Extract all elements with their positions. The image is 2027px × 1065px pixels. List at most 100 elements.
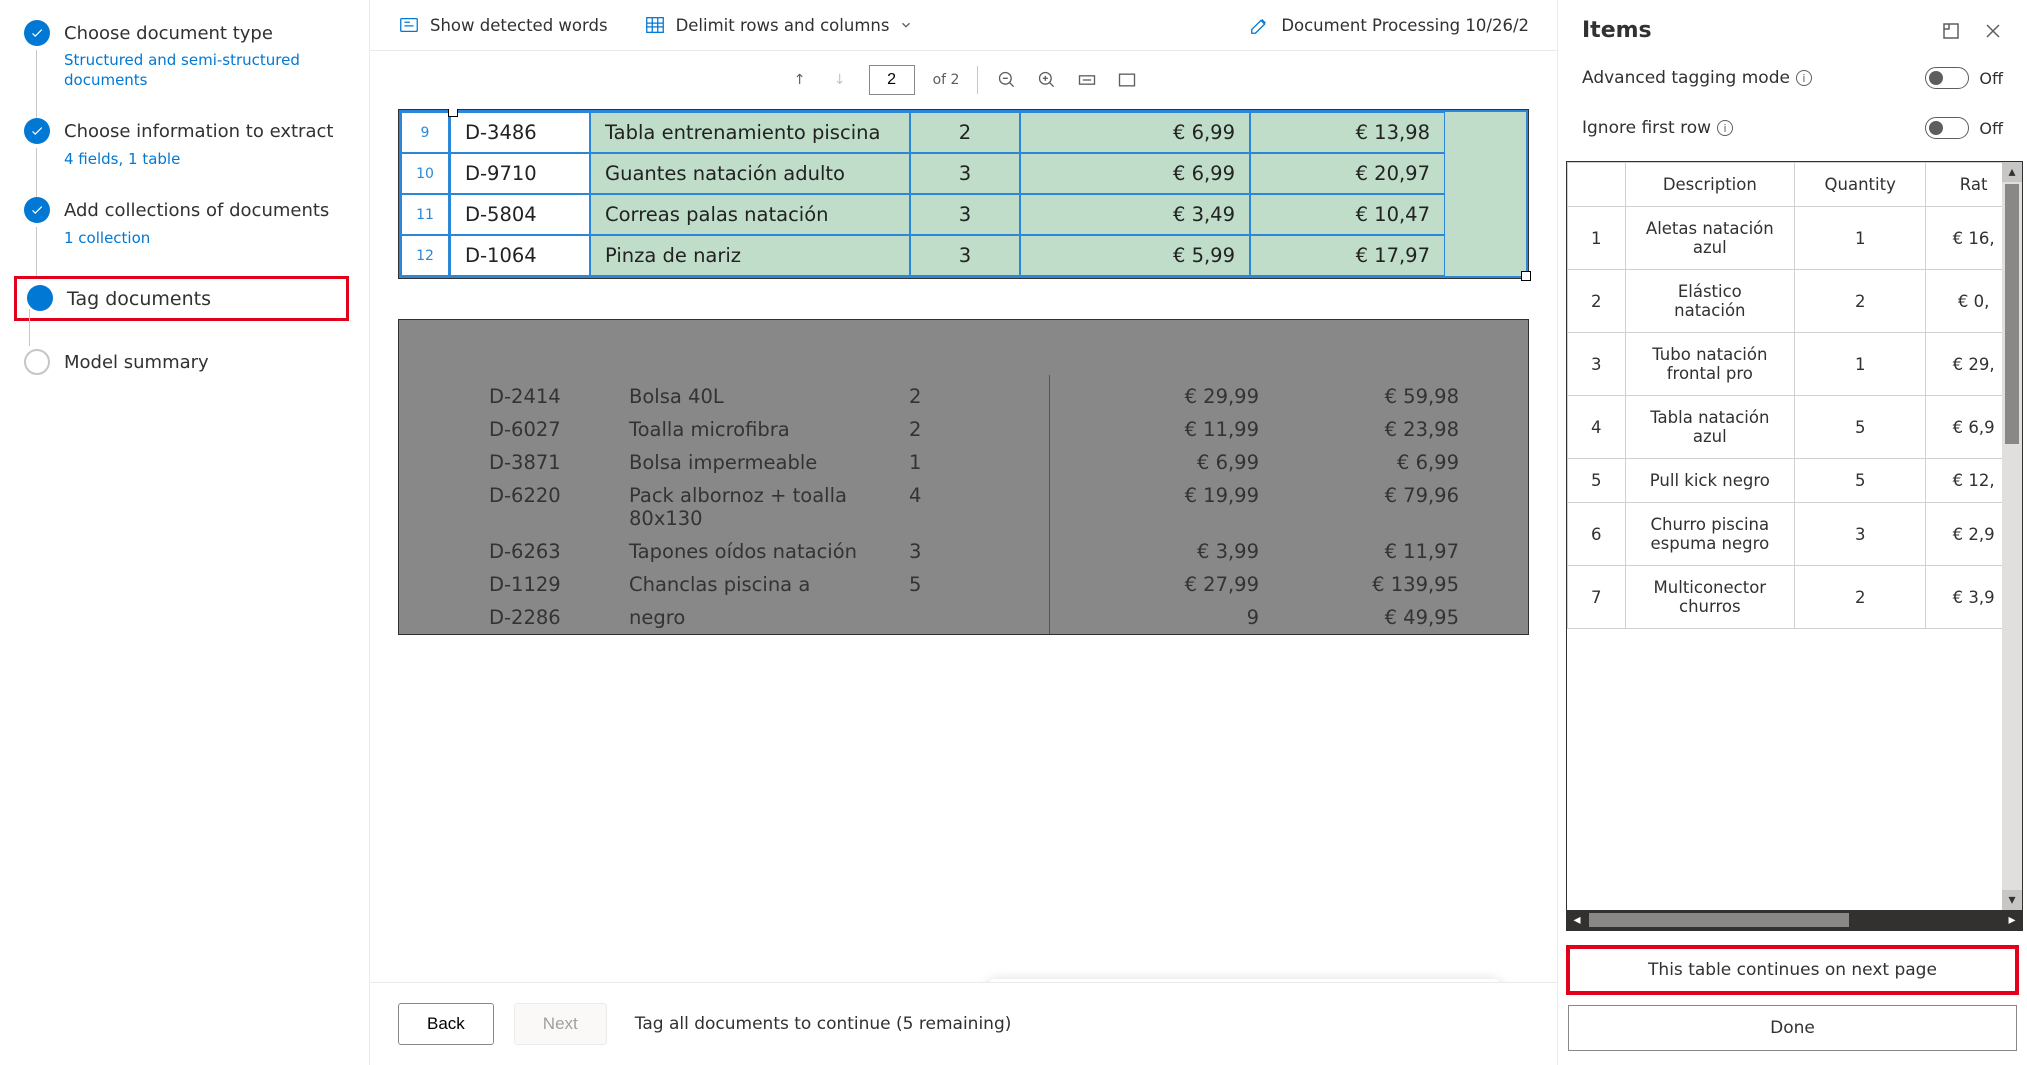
delimit-rows-columns-button[interactable]: Delimit rows and columns — [644, 14, 914, 36]
table-row[interactable]: D-1129 Chanclas piscina a 5 € 27,99 € 13… — [489, 568, 1438, 601]
ignore-first-row-toggle[interactable]: Off — [1925, 117, 2003, 139]
document-canvas[interactable]: 9D-3486Tabla entrenamiento piscina2€ 6,9… — [370, 109, 1557, 982]
code-cell[interactable]: D-5804 — [450, 194, 590, 235]
table-row[interactable]: D-6220 Pack albornoz + toalla 80x130 4 €… — [489, 479, 1438, 535]
document-name-button[interactable]: Document Processing 10/26/2 — [1249, 14, 1529, 36]
table-row[interactable]: D-3871 Bolsa impermeable 1 € 6,99 € 6,99 — [489, 446, 1438, 479]
table-row[interactable]: D-6027 Toalla microfibra 2 € 11,99 € 23,… — [489, 413, 1438, 446]
row-number-cell: 5 — [1568, 459, 1626, 503]
untagged-page-region[interactable]: D-2414 Bolsa 40L 2 € 29,99 € 59,98 D-602… — [398, 319, 1529, 635]
description-cell[interactable]: Pinza de nariz — [590, 235, 910, 276]
column-header-description[interactable]: Description — [1625, 163, 1795, 207]
wizard-sidebar: Choose document type Structured and semi… — [0, 0, 370, 1065]
resize-handle-icon[interactable] — [1521, 271, 1531, 281]
table-row[interactable]: 7 Multiconector churros 2 € 3,9 — [1568, 566, 2022, 629]
table-row[interactable]: 3 Tubo natación frontal pro 1 € 29, — [1568, 333, 2022, 396]
total-cell: € 79,96 — [1259, 484, 1459, 530]
scroll-thumb[interactable] — [1589, 913, 1849, 927]
fit-width-button[interactable] — [1076, 69, 1098, 91]
total-cell: € 139,95 — [1259, 573, 1459, 596]
price-cell[interactable]: € 3,49 — [1020, 194, 1250, 235]
quantity-cell: 1 — [909, 451, 1009, 474]
table-row[interactable]: 2 Elástico natación 2 € 0, — [1568, 270, 2022, 333]
table-continues-next-page-button[interactable]: This table continues on next page — [1568, 947, 2017, 993]
step-choose-document-type[interactable]: Choose document type Structured and semi… — [24, 20, 349, 90]
scroll-up-icon[interactable]: ▴ — [2002, 162, 2022, 182]
row-number-cell: 6 — [1568, 503, 1626, 566]
quantity-cell — [909, 606, 1009, 629]
price-cell[interactable]: € 5,99 — [1020, 235, 1250, 276]
toggle-label: Ignore first row — [1582, 118, 1711, 138]
label: Show detected words — [430, 16, 608, 35]
description-cell[interactable]: Guantes natación adulto — [590, 153, 910, 194]
close-icon[interactable] — [1983, 21, 2003, 41]
page-up-button[interactable]: ↑ — [789, 69, 811, 91]
scroll-right-icon[interactable]: ▸ — [2002, 910, 2022, 930]
table-row[interactable]: 6 Churro piscina espuma negro 3 € 2,9 — [1568, 503, 2022, 566]
tagged-table-region[interactable]: 9D-3486Tabla entrenamiento piscina2€ 6,9… — [398, 109, 1529, 279]
quantity-cell: 4 — [909, 484, 1009, 530]
footer-status-text: Tag all documents to continue (5 remaini… — [635, 1014, 1012, 1034]
advanced-tagging-toggle-row: Advanced tagging mode i Off — [1558, 53, 2027, 103]
pencil-icon — [1249, 14, 1271, 36]
page-down-button[interactable]: ↓ — [829, 69, 851, 91]
table-row[interactable]: D-2414 Bolsa 40L 2 € 29,99 € 59,98 — [489, 380, 1438, 413]
step-add-collections[interactable]: Add collections of documents 1 collectio… — [24, 197, 349, 248]
table-row[interactable]: 5 Pull kick negro 5 € 12, — [1568, 459, 2022, 503]
step-model-summary[interactable]: Model summary — [24, 349, 349, 375]
description-cell: Chanclas piscina a — [629, 573, 909, 596]
scroll-left-icon[interactable]: ◂ — [1567, 910, 1587, 930]
quantity-cell[interactable]: 2 — [910, 112, 1020, 153]
table-row[interactable]: D-2286 negro 9 € 49,95 — [489, 601, 1438, 634]
info-icon[interactable]: i — [1796, 70, 1812, 86]
info-icon[interactable]: i — [1717, 120, 1733, 136]
step-title: Tag documents — [67, 287, 211, 312]
vertical-scrollbar[interactable]: ▴ ▾ — [2002, 162, 2022, 910]
step-choose-information[interactable]: Choose information to extract 4 fields, … — [24, 118, 349, 169]
row-number-label: 9 — [401, 112, 449, 153]
price-cell[interactable]: € 6,99 — [1020, 112, 1250, 153]
table-row[interactable]: 4 Tabla natación azul 5 € 6,9 — [1568, 396, 2022, 459]
total-cell[interactable]: € 17,97 — [1250, 235, 1445, 276]
scroll-thumb[interactable] — [2005, 184, 2019, 444]
items-table[interactable]: Description Quantity Rat 1 Aletas nataci… — [1567, 162, 2022, 629]
quantity-cell[interactable]: 3 — [910, 235, 1020, 276]
advanced-tagging-toggle[interactable]: Off — [1925, 67, 2003, 89]
next-button: Next — [514, 1003, 607, 1045]
fullscreen-button[interactable] — [1116, 69, 1138, 91]
done-button[interactable]: Done — [1568, 1005, 2017, 1051]
zoom-out-button[interactable] — [996, 69, 1018, 91]
resize-handle-icon[interactable] — [448, 109, 458, 117]
code-cell: D-1129 — [489, 573, 629, 596]
total-cell[interactable]: € 13,98 — [1250, 112, 1445, 153]
step-tag-documents[interactable]: Tag documents — [14, 276, 349, 321]
table-row[interactable]: D-6263 Tapones oídos natación 3 € 3,99 €… — [489, 535, 1438, 568]
page-number-input[interactable] — [869, 65, 915, 95]
page-nav-toolbar: ↑ ↓ of 2 — [370, 51, 1557, 109]
code-cell[interactable]: D-3486 — [450, 112, 590, 153]
quantity-cell[interactable]: 3 — [910, 153, 1020, 194]
description-cell[interactable]: Tabla entrenamiento piscina — [590, 112, 910, 153]
code-cell[interactable]: D-9710 — [450, 153, 590, 194]
total-cell[interactable]: € 20,97 — [1250, 153, 1445, 194]
table-row[interactable]: 1 Aletas natación azul 1 € 16, — [1568, 207, 2022, 270]
column-header-quantity[interactable]: Quantity — [1795, 163, 1926, 207]
quantity-cell[interactable]: 3 — [910, 194, 1020, 235]
scroll-down-icon[interactable]: ▾ — [2002, 890, 2022, 910]
label: Document Processing 10/26/2 — [1281, 16, 1529, 35]
price-cell[interactable]: € 6,99 — [1020, 153, 1250, 194]
pending-dot-icon — [24, 349, 50, 375]
code-cell: D-6220 — [489, 484, 629, 530]
back-button[interactable]: Back — [398, 1003, 494, 1045]
show-detected-words-button[interactable]: Show detected words — [398, 14, 608, 36]
description-cell[interactable]: Correas palas natación — [590, 194, 910, 235]
code-cell: D-3871 — [489, 451, 629, 474]
zoom-in-button[interactable] — [1036, 69, 1058, 91]
total-cell[interactable]: € 10,47 — [1250, 194, 1445, 235]
horizontal-scrollbar[interactable]: ◂ ▸ — [1567, 910, 2022, 930]
code-cell[interactable]: D-1064 — [450, 235, 590, 276]
popout-icon[interactable] — [1941, 21, 1961, 41]
price-cell: € 27,99 — [1059, 573, 1259, 596]
total-cell: € 11,97 — [1259, 540, 1459, 563]
quantity-cell: 2 — [909, 385, 1009, 408]
